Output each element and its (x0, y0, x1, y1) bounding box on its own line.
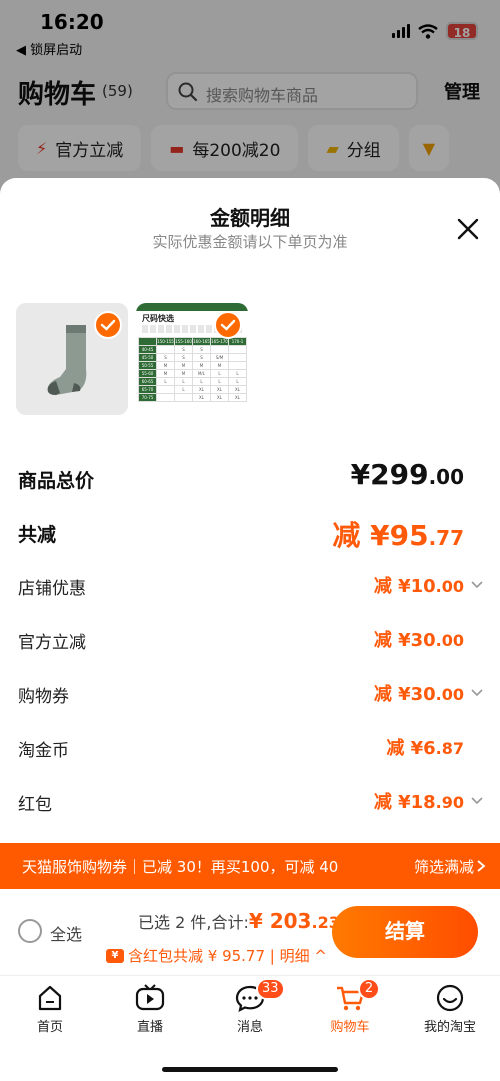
tab-messages[interactable]: 消息 33 (200, 978, 300, 1035)
discount-detail-toggle[interactable]: ¥ 含红包共减 ¥ 95.77 | 明细 ^ (106, 945, 327, 966)
total-saved-value: 减 ¥95.77 (332, 519, 464, 552)
discount-value: 减 ¥18.90 (373, 792, 464, 813)
select-all-radio[interactable] (18, 919, 42, 943)
row-taojinbi: 淘金币 减 ¥6.87 (0, 728, 500, 768)
promo-banner[interactable]: 天猫服饰购物券｜已减 30！再买100，可减 40 筛选满减 (0, 843, 500, 889)
discount-label: 淘金币 (18, 741, 69, 761)
product-thumb-size-chart[interactable]: 尺码快选 150-155 155-160 160-165 165-170 170-1 4… (136, 303, 248, 415)
discount-value: 减 ¥10.00 (373, 576, 464, 597)
chevron-down-icon (471, 689, 483, 697)
filter-promo-link[interactable]: 筛选满减 (414, 856, 474, 877)
discount-value: 减 ¥30.00 (373, 684, 464, 705)
total-amount: ¥ 203 (248, 909, 312, 933)
size-chart-title: 尺码快选 (142, 314, 174, 323)
product-thumb-sock[interactable] (16, 303, 128, 415)
product-thumbnails: 尺码快选 150-155 155-160 160-165 165-170 170-1 4… (16, 303, 248, 415)
home-icon (38, 985, 62, 1011)
tab-live[interactable]: 直播 (100, 982, 200, 1035)
home-indicator (162, 1067, 338, 1072)
checkout-bar: 全选 已选 2 件,合计:¥ 203.23 ¥ 含红包共减 ¥ 95.77 | … (0, 889, 500, 975)
row-total-saved: 共减 减 ¥95.77 (0, 512, 500, 552)
checked-icon (94, 311, 122, 339)
modal-overlay[interactable] (0, 0, 500, 200)
size-chart-table: 150-155 155-160 160-165 165-170 170-1 40-45 S… (138, 337, 247, 402)
amount-detail-sheet: 金额明细 实际优惠金额请以下单页为准 尺码快选 150-155 155-160 … (0, 178, 500, 1081)
row-store-discount[interactable]: 店铺优惠 减 ¥10.00 (0, 566, 500, 606)
discount-value: 减 ¥6.87 (386, 738, 464, 759)
tab-my-taobao[interactable]: 我的淘宝 (400, 982, 500, 1035)
discount-label: 店铺优惠 (18, 579, 86, 599)
tab-home[interactable]: 首页 (0, 982, 100, 1035)
row-official-discount: 官方立减 减 ¥30.00 (0, 620, 500, 660)
sheet-subtitle: 实际优惠金额请以下单页为准 (152, 233, 348, 251)
cart-badge: 2 (358, 978, 380, 1000)
message-badge: 33 (256, 978, 285, 1000)
tab-cart[interactable]: 购物车 2 (300, 978, 400, 1035)
red-packet-icon: ¥ (106, 948, 124, 963)
sheet-title: 金额明细 (210, 206, 290, 230)
close-icon[interactable] (455, 216, 481, 242)
discount-value: 减 ¥30.00 (373, 630, 464, 651)
total-price-value: ¥299.00 (350, 458, 464, 491)
bottom-tab-bar: 首页 直播 消息 33 购物车 2 我的淘宝 (0, 975, 500, 1081)
chevron-right-icon (477, 860, 486, 872)
row-red-packet[interactable]: 红包 减 ¥18.90 (0, 782, 500, 822)
profile-icon (436, 984, 464, 1012)
total-saved-label: 共减 (18, 524, 57, 546)
promo-text: 天猫服饰购物券｜已减 30！再买100，可减 40 (22, 858, 339, 876)
live-icon (135, 984, 165, 1011)
select-all-label[interactable]: 全选 (50, 921, 82, 945)
chevron-down-icon (471, 797, 483, 805)
discount-label: 官方立减 (18, 633, 86, 653)
chevron-down-icon (471, 581, 483, 589)
row-shopping-coupon[interactable]: 购物券 减 ¥30.00 (0, 674, 500, 714)
checkout-button[interactable]: 结算 (332, 906, 478, 958)
selected-summary: 已选 2 件,合计:¥ 203.23 (138, 909, 340, 933)
discount-label: 红包 (18, 795, 52, 815)
row-total-price: 商品总价 ¥299.00 (0, 458, 500, 498)
total-price-label: 商品总价 (18, 470, 95, 492)
discount-label: 购物券 (18, 687, 69, 707)
checked-icon (214, 311, 242, 339)
